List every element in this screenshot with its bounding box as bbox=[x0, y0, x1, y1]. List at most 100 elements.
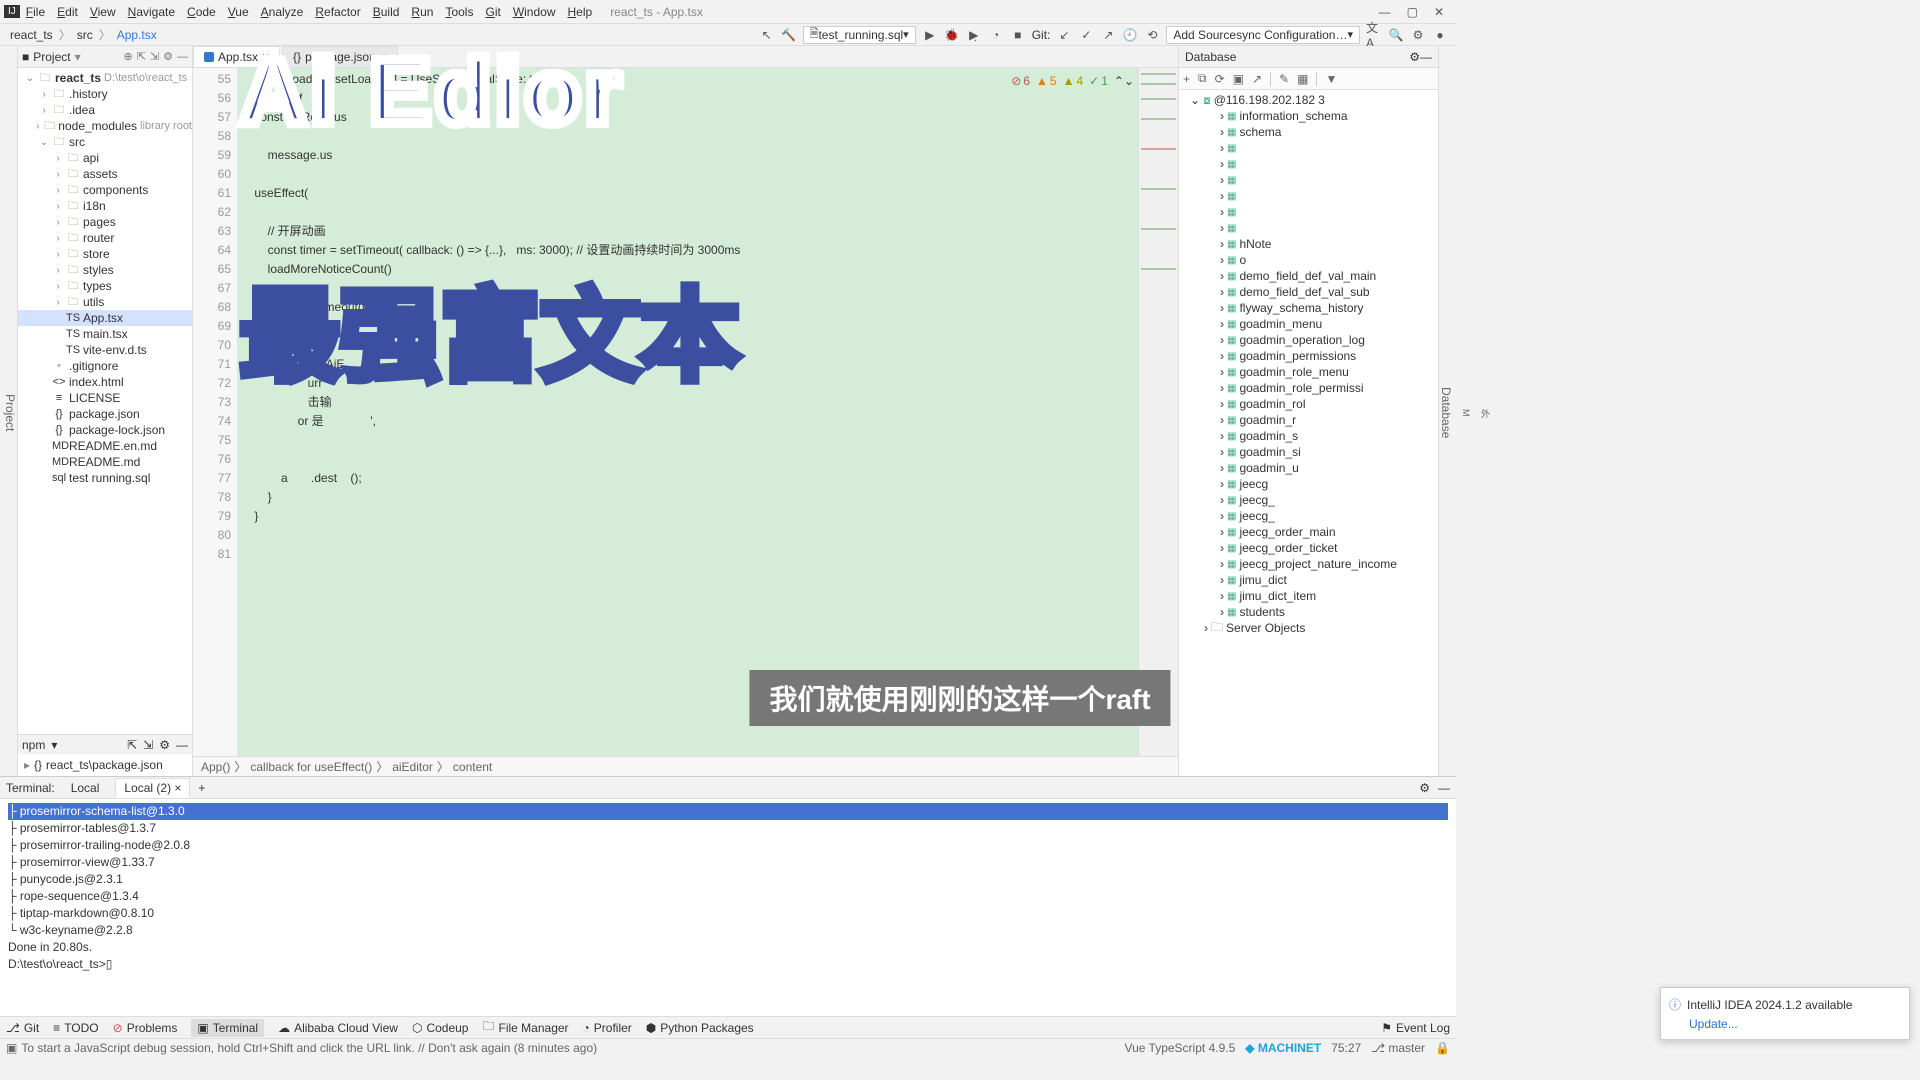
tool-filemgr[interactable]: 🗀 File Manager bbox=[482, 1017, 568, 1038]
db-table[interactable]: ›▦goadmin_s bbox=[1179, 428, 1438, 444]
tree-item[interactable]: ›🗀router bbox=[18, 230, 192, 246]
debug-icon[interactable]: 🐞 bbox=[944, 27, 960, 43]
right-tool-stripe[interactable]: Database M 外 bbox=[1438, 46, 1456, 776]
menu-refactor[interactable]: Refactor bbox=[309, 3, 366, 21]
git-history-icon[interactable]: 🕘 bbox=[1122, 27, 1138, 43]
tool-problems[interactable]: ⊘ Problems bbox=[113, 1021, 178, 1035]
menu-analyze[interactable]: Analyze bbox=[255, 3, 310, 21]
ide-settings-icon[interactable]: ⚙ bbox=[1410, 27, 1426, 43]
menu-navigate[interactable]: Navigate bbox=[122, 3, 181, 21]
database-tool-tab[interactable]: Database bbox=[1439, 387, 1453, 438]
tree-item[interactable]: ›🗀styles bbox=[18, 262, 192, 278]
gear-icon[interactable]: ⚙ bbox=[159, 738, 170, 752]
tree-item[interactable]: ›🗀assets bbox=[18, 166, 192, 182]
tree-item[interactable]: ›🗀types bbox=[18, 278, 192, 294]
collapse-all-icon[interactable]: ⇲ bbox=[150, 50, 159, 63]
machinet-tool-tab[interactable]: M bbox=[1461, 409, 1471, 417]
git-rollback-icon[interactable]: ⟲ bbox=[1144, 27, 1160, 43]
translate-icon[interactable]: 文A bbox=[1366, 27, 1382, 43]
menu-build[interactable]: Build bbox=[367, 3, 406, 21]
menu-run[interactable]: Run bbox=[405, 3, 439, 21]
tree-item[interactable]: ›🗀components bbox=[18, 182, 192, 198]
db-table[interactable]: ›▦jeecg bbox=[1179, 476, 1438, 492]
tree-item[interactable]: ⌄🗀src bbox=[18, 134, 192, 150]
git-update-icon[interactable]: ↙ bbox=[1056, 27, 1072, 43]
tool-profiler[interactable]: ◔ Profiler bbox=[583, 1021, 632, 1035]
db-table[interactable]: ›▦flyway_schema_history bbox=[1179, 300, 1438, 316]
tool-codeup[interactable]: ⬡ Codeup bbox=[412, 1021, 469, 1035]
coverage-icon[interactable]: ▶̣ bbox=[966, 27, 982, 43]
db-table[interactable]: ›▦ hNote bbox=[1179, 236, 1438, 252]
db-table[interactable]: ›▦ bbox=[1179, 188, 1438, 204]
run-config-dropdown[interactable]: 🗎 test_running.sql ▾ bbox=[803, 26, 916, 44]
status-lock-icon[interactable]: 🔒 bbox=[1435, 1041, 1450, 1055]
inspection-widget[interactable]: ⊘ 6 ▲ 5 ▲ 4 ✓ 1 ⌃⌄ bbox=[1011, 74, 1134, 88]
table-icon[interactable]: ▦ bbox=[1297, 72, 1308, 86]
project-tool-tab[interactable]: Project bbox=[3, 394, 17, 431]
git-push-icon[interactable]: ↗ bbox=[1100, 27, 1116, 43]
editor-breadcrumb[interactable]: App()〉callback for useEffect()〉aiEditor〉… bbox=[193, 756, 1178, 776]
db-table[interactable]: ›▦goadmin_rol bbox=[1179, 396, 1438, 412]
gear-icon[interactable]: ⚙ bbox=[1419, 781, 1430, 795]
tree-item[interactable]: sqltest running.sql bbox=[18, 470, 192, 486]
filter-icon[interactable]: ▼ bbox=[1325, 72, 1337, 86]
close-icon[interactable]: ✕ bbox=[1434, 5, 1444, 19]
tree-item[interactable]: TSmain.tsx bbox=[18, 326, 192, 342]
tree-item[interactable]: TSvite-env.d.ts bbox=[18, 342, 192, 358]
profile-icon[interactable]: ◔ bbox=[988, 27, 1004, 43]
db-table[interactable]: ›▦jeecg_ bbox=[1179, 492, 1438, 508]
editor-tab[interactable]: App.tsx× bbox=[193, 46, 280, 67]
crumb[interactable]: react_ts bbox=[8, 28, 55, 42]
menu-window[interactable]: Window bbox=[507, 3, 562, 21]
select-opened-icon[interactable]: ⊕ bbox=[123, 50, 132, 63]
terminal-output[interactable]: ├ prosemirror-schema-list@1.3.0├ prosemi… bbox=[0, 799, 1456, 1016]
tree-item[interactable]: ⌄🗀react_ts D:\test\o\react_ts bbox=[18, 70, 192, 86]
hide-icon[interactable]: — bbox=[177, 51, 188, 63]
db-table[interactable]: ›▦goadmin_r bbox=[1179, 412, 1438, 428]
db-table[interactable]: ›▦ bbox=[1179, 172, 1438, 188]
project-tree[interactable]: ⌄🗀react_ts D:\test\o\react_ts›🗀.history ›… bbox=[18, 68, 192, 734]
menu-git[interactable]: Git bbox=[479, 3, 506, 21]
db-table[interactable]: ›▦jimu_dict_item bbox=[1179, 588, 1438, 604]
notify-update-link[interactable]: Update... bbox=[1689, 1017, 1901, 1031]
add-terminal-icon[interactable]: + bbox=[198, 781, 205, 795]
back-icon[interactable]: ↖ bbox=[759, 27, 775, 43]
hide-icon[interactable]: — bbox=[1438, 781, 1450, 795]
maximize-icon[interactable]: ▢ bbox=[1407, 5, 1418, 19]
tree-item[interactable]: TSApp.tsx bbox=[18, 310, 192, 326]
db-table[interactable]: ›▦goadmin_menu bbox=[1179, 316, 1438, 332]
menu-vue[interactable]: Vue bbox=[222, 3, 255, 21]
tree-item[interactable]: <>index.html bbox=[18, 374, 192, 390]
menu-view[interactable]: View bbox=[84, 3, 122, 21]
db-table[interactable]: ›▦ bbox=[1179, 140, 1438, 156]
tool-alibaba[interactable]: ☁ Alibaba Cloud View bbox=[278, 1021, 398, 1035]
db-table[interactable]: ›▦information_schema bbox=[1179, 108, 1438, 124]
close-tab-icon[interactable]: × bbox=[380, 50, 387, 64]
close-tab-icon[interactable]: × bbox=[262, 50, 269, 64]
minimize-icon[interactable]: — bbox=[1379, 5, 1391, 19]
tree-item[interactable]: ›🗀.history bbox=[18, 86, 192, 102]
terminal-tab[interactable]: Local (2) × bbox=[115, 778, 190, 798]
menu-edit[interactable]: Edit bbox=[51, 3, 84, 21]
db-table[interactable]: ›▦ bbox=[1179, 204, 1438, 220]
tree-item[interactable]: {}package-lock.json bbox=[18, 422, 192, 438]
crumb[interactable]: App.tsx bbox=[115, 28, 159, 42]
terminal-tab[interactable]: Local bbox=[63, 779, 108, 797]
menu-code[interactable]: Code bbox=[181, 3, 222, 21]
db-table[interactable]: ›▦o bbox=[1179, 252, 1438, 268]
hide-icon[interactable]: — bbox=[176, 738, 188, 752]
db-table[interactable]: ›▦jeecg_order_ticket bbox=[1179, 540, 1438, 556]
status-caret[interactable]: 75:27 bbox=[1331, 1041, 1361, 1055]
jump-icon[interactable]: ↗ bbox=[1252, 72, 1262, 86]
tree-item[interactable]: ›🗀api bbox=[18, 150, 192, 166]
tool-eventlog[interactable]: ⚑ Event Log bbox=[1381, 1021, 1450, 1035]
database-tree[interactable]: ⌄⧇ @116.198.202.182 3›▦information_schem… bbox=[1179, 90, 1438, 776]
status-ts[interactable]: Vue TypeScript 4.9.5 bbox=[1125, 1041, 1236, 1055]
db-table[interactable]: ›▦jeecg_ bbox=[1179, 508, 1438, 524]
db-table[interactable]: ›▦ schema bbox=[1179, 124, 1438, 140]
gear-icon[interactable]: ⚙ bbox=[163, 50, 173, 63]
edit-icon[interactable]: ✎ bbox=[1279, 72, 1289, 86]
tool-todo[interactable]: ≡ TODO bbox=[53, 1021, 98, 1035]
crumb[interactable]: src bbox=[75, 28, 95, 42]
code-editor[interactable]: const [loading, setLoading] = UseState( … bbox=[237, 68, 1138, 756]
